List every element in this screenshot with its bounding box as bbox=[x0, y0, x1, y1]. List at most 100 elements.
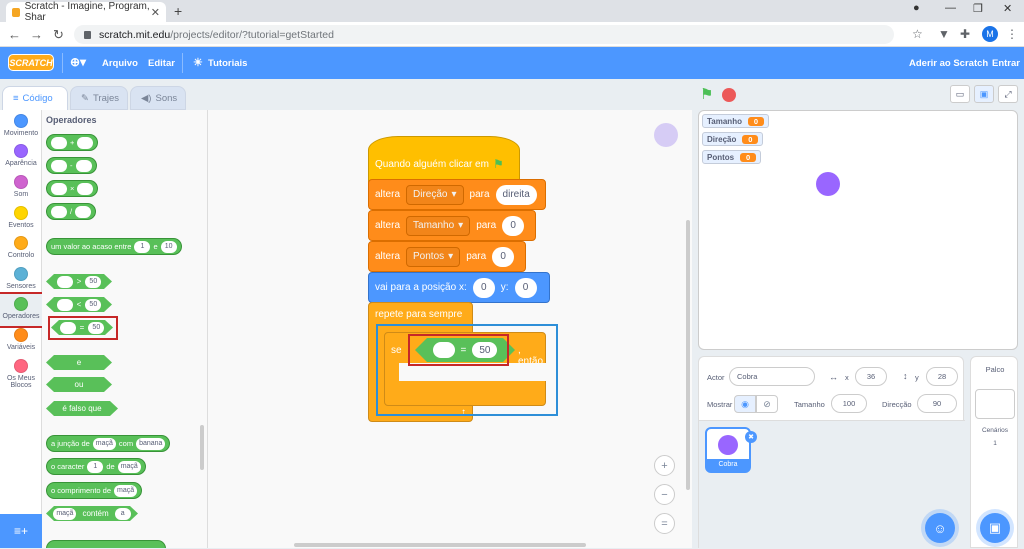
set-variable-block[interactable]: altera Direção ▾ para direita bbox=[368, 179, 546, 210]
or-block[interactable]: ou bbox=[46, 377, 112, 392]
letter-index[interactable]: 1 bbox=[87, 460, 104, 473]
letter-word[interactable]: maçã bbox=[117, 460, 141, 473]
puzzle-icon[interactable]: ✚ bbox=[960, 27, 970, 41]
set-variable-block[interactable]: altera Pontos ▾ para 0 bbox=[368, 241, 526, 272]
greater-than-block[interactable]: >50 bbox=[46, 274, 112, 289]
category-events[interactable]: Eventos bbox=[0, 206, 42, 229]
category-sound[interactable]: Som bbox=[0, 175, 42, 198]
sign-in-link[interactable]: Entrar bbox=[992, 58, 1020, 69]
hide-eye-icon[interactable]: ⊘ bbox=[756, 395, 778, 413]
value-input[interactable]: 0 bbox=[492, 246, 515, 267]
add-block[interactable]: + bbox=[46, 134, 99, 151]
zoom-out-button[interactable]: − bbox=[654, 484, 675, 505]
category-motion[interactable]: Movimento bbox=[0, 114, 42, 137]
join-value-1[interactable]: maçã bbox=[92, 437, 116, 450]
zoom-in-button[interactable]: + bbox=[654, 455, 675, 476]
menu-dots-icon[interactable]: ⋮ bbox=[1006, 27, 1018, 41]
restore-icon[interactable]: ❐ bbox=[973, 2, 983, 15]
reload-icon[interactable]: ↻ bbox=[53, 27, 64, 43]
large-stage-icon[interactable]: ▣ bbox=[974, 85, 994, 103]
mod-block[interactable] bbox=[46, 540, 166, 548]
value-input[interactable]: direita bbox=[495, 184, 537, 205]
join-block[interactable]: a junção de maçã com banana bbox=[46, 435, 171, 452]
tab-costumes[interactable]: ✎ Trajes bbox=[70, 86, 128, 110]
variable-dropdown[interactable]: Pontos ▾ bbox=[406, 246, 461, 267]
contains-block[interactable]: maçã contém a bbox=[46, 506, 138, 521]
length-word[interactable]: maçã bbox=[114, 484, 138, 497]
block-slot[interactable] bbox=[57, 299, 73, 311]
sprite-name-input[interactable]: Cobra bbox=[729, 367, 815, 386]
zoom-reset-button[interactable]: = bbox=[654, 513, 675, 534]
add-extension-button[interactable]: ≡+ bbox=[0, 514, 42, 548]
cmp-value[interactable]: 50 bbox=[85, 276, 101, 288]
category-sensing[interactable]: Sensores bbox=[0, 267, 42, 290]
extension-icon[interactable]: ▼ bbox=[938, 27, 950, 41]
media-control-icon[interactable]: ● bbox=[913, 2, 920, 14]
bookmark-star-icon[interactable]: ☆ bbox=[912, 27, 923, 41]
contains-word[interactable]: maçã bbox=[53, 508, 76, 520]
file-menu[interactable]: Arquivo bbox=[102, 58, 138, 69]
x-input[interactable]: 0 bbox=[472, 277, 495, 298]
not-block[interactable]: é falso que bbox=[46, 401, 118, 416]
variable-dropdown[interactable]: Direção ▾ bbox=[406, 184, 464, 205]
multiply-block[interactable]: × bbox=[46, 180, 99, 197]
stage[interactable]: Tamanho 0 Direção 0 Pontos 0 bbox=[698, 110, 1018, 350]
x-input[interactable]: 36 bbox=[855, 367, 887, 386]
minimize-icon[interactable]: — bbox=[945, 2, 956, 14]
y-input[interactable]: 28 bbox=[926, 367, 958, 386]
block-slot[interactable] bbox=[51, 136, 67, 149]
stage-sprite[interactable] bbox=[816, 172, 840, 196]
category-looks[interactable]: Aparência bbox=[0, 144, 42, 167]
set-variable-block[interactable]: altera Tamanho ▾ para 0 bbox=[368, 210, 536, 241]
direction-input[interactable]: 90 bbox=[917, 394, 957, 413]
green-flag-icon[interactable]: ⚑ bbox=[700, 85, 713, 103]
backdrop-thumbnail[interactable] bbox=[975, 389, 1015, 419]
new-tab-icon[interactable]: + bbox=[174, 3, 182, 19]
y-input[interactable]: 0 bbox=[514, 277, 537, 298]
tutorials-menu[interactable]: Tutoriais bbox=[208, 58, 247, 69]
variable-dropdown[interactable]: Tamanho ▾ bbox=[406, 215, 471, 236]
trash-icon[interactable]: ✖ bbox=[745, 431, 757, 443]
choose-sprite-button[interactable]: ☺ bbox=[925, 513, 955, 543]
block-slot[interactable] bbox=[51, 159, 67, 172]
stop-icon[interactable] bbox=[722, 88, 736, 102]
block-slot[interactable] bbox=[77, 182, 94, 195]
cmp-value[interactable]: 50 bbox=[85, 299, 101, 311]
tab-sounds[interactable]: ◀) Sons bbox=[130, 86, 186, 110]
join-value-2[interactable]: banana bbox=[136, 437, 166, 450]
small-stage-icon[interactable]: ▭ bbox=[950, 85, 970, 103]
block-slot[interactable] bbox=[57, 276, 73, 288]
block-slot[interactable] bbox=[75, 205, 92, 218]
address-bar[interactable]: scratch.mit.edu/projects/editor/?tutoria… bbox=[74, 25, 894, 44]
sprite-thumbnail[interactable]: Cobra ✖ bbox=[705, 427, 757, 473]
browser-tab[interactable]: Scratch - Imagine, Program, Shar ✕ bbox=[6, 1, 166, 23]
back-icon[interactable]: ← bbox=[8, 27, 21, 42]
edit-menu[interactable]: Editar bbox=[148, 58, 175, 69]
category-my-blocks[interactable]: Os Meus Blocos bbox=[0, 359, 42, 389]
profile-avatar[interactable]: M bbox=[982, 26, 998, 42]
code-workspace[interactable]: Quando alguém clicar em ⚑ altera Direção ▾… bbox=[208, 110, 692, 548]
block-slot[interactable] bbox=[51, 182, 67, 195]
horizontal-scrollbar[interactable] bbox=[294, 543, 586, 547]
choose-backdrop-button[interactable]: ▣ bbox=[980, 513, 1010, 543]
divide-block[interactable]: / bbox=[46, 203, 97, 220]
scratch-logo[interactable]: SCRATCH bbox=[8, 54, 54, 71]
random-block[interactable]: um valor ao acaso entre 1 e 10 bbox=[46, 238, 182, 255]
forward-icon[interactable]: → bbox=[30, 27, 43, 42]
subtract-block[interactable]: - bbox=[46, 157, 97, 174]
length-block[interactable]: o comprimento de maçã bbox=[46, 482, 143, 499]
close-tab-icon[interactable]: ✕ bbox=[151, 6, 160, 19]
category-operators[interactable]: Operadores bbox=[0, 292, 44, 328]
show-eye-icon[interactable]: ◉ bbox=[734, 395, 756, 413]
value-input[interactable]: 0 bbox=[502, 215, 525, 236]
contains-letter[interactable]: a bbox=[115, 508, 131, 520]
block-slot[interactable] bbox=[77, 136, 94, 149]
less-than-block[interactable]: <50 bbox=[46, 297, 112, 312]
globe-icon[interactable]: ⊕▾ bbox=[70, 55, 86, 69]
random-min[interactable]: 1 bbox=[134, 240, 151, 253]
palette-scrollbar[interactable] bbox=[200, 425, 204, 470]
fullscreen-icon[interactable]: ⤢ bbox=[998, 85, 1018, 103]
close-window-icon[interactable]: ✕ bbox=[1003, 2, 1012, 15]
category-control[interactable]: Controlo bbox=[0, 236, 42, 259]
and-block[interactable]: e bbox=[46, 355, 112, 370]
